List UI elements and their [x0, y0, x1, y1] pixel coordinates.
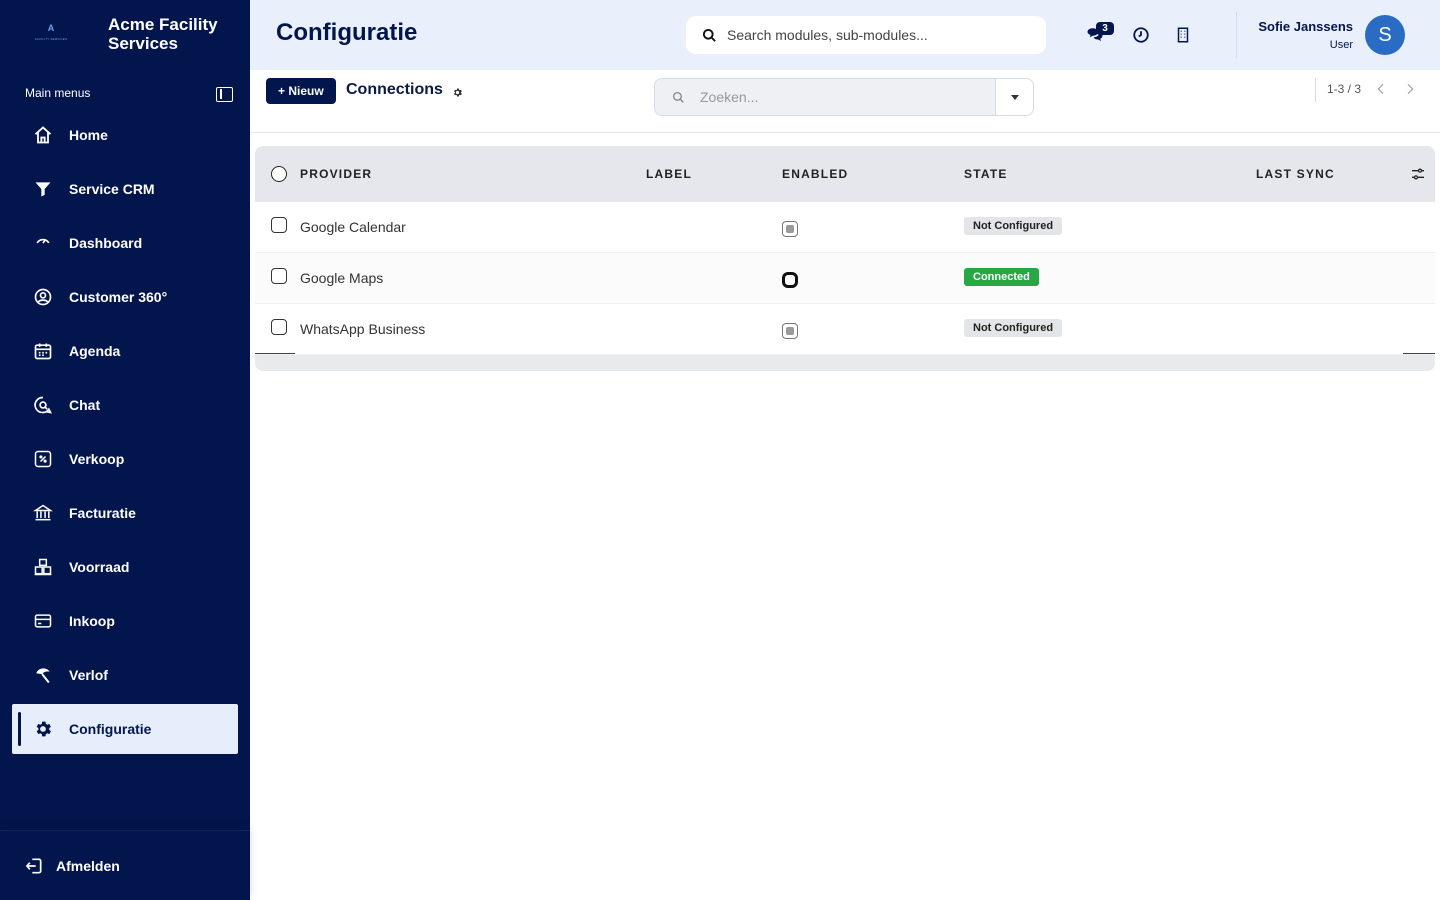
company-button[interactable]: [1172, 24, 1194, 46]
user-circle-icon: [32, 286, 54, 308]
table-row[interactable]: Google Calendar Not Configured: [255, 202, 1435, 253]
user-name: Sofie Janssens: [1258, 19, 1353, 34]
status-badge: Not Configured: [964, 319, 1063, 337]
table-row[interactable]: WhatsApp Business Not Configured: [255, 304, 1435, 355]
search-options-dropdown[interactable]: [995, 79, 1033, 115]
calendar-icon: [32, 340, 54, 362]
enabled-checkbox[interactable]: [782, 323, 798, 339]
gear-icon[interactable]: [452, 87, 463, 98]
gear-icon: [32, 718, 54, 740]
chat-badge: 3: [1096, 22, 1114, 35]
select-all-checkbox[interactable]: [271, 166, 287, 182]
chat-notifications-button[interactable]: 3: [1084, 22, 1114, 46]
chat-search-icon: [32, 394, 54, 416]
sidebar-item-verlof[interactable]: Verlof: [12, 650, 238, 700]
table-footer-divider: [1403, 353, 1435, 354]
row-checkbox[interactable]: [271, 319, 287, 335]
column-header-provider[interactable]: PROVIDER: [300, 167, 372, 181]
search-icon: [702, 28, 716, 42]
control-panel: + Nieuw Connections 1-3 / 3: [250, 70, 1440, 133]
sidebar-nav: Home Service CRM Dashboard Customer 360°…: [12, 110, 238, 758]
pager-divider: [1315, 78, 1316, 102]
table-footer: [255, 355, 1435, 371]
home-icon: [32, 124, 54, 146]
chevron-left-icon: [1377, 83, 1384, 95]
table-footer-divider: [255, 353, 295, 354]
sidebar-item-home[interactable]: Home: [12, 110, 238, 160]
topbar: Configuratie 3 Sofie Janssens User S: [250, 0, 1440, 70]
sidebar-item-verkoop[interactable]: Verkoop: [12, 434, 238, 484]
bank-icon: [32, 502, 54, 524]
pager-previous-button[interactable]: [1373, 81, 1389, 97]
sidebar: A FACILITY SERVICES Acme Facility Servic…: [0, 0, 250, 900]
sidebar-item-configuratie[interactable]: Configuratie: [12, 704, 238, 754]
cell-provider: Google Maps: [300, 270, 384, 286]
sidebar-item-voorraad[interactable]: Voorraad: [12, 542, 238, 592]
filter-icon: [32, 178, 54, 200]
new-button[interactable]: + Nieuw: [266, 78, 336, 104]
table-header: PROVIDER LABEL ENABLED STATE LAST SYNC: [255, 146, 1435, 202]
pager-next-button[interactable]: [1402, 81, 1418, 97]
global-search[interactable]: [686, 16, 1046, 54]
row-checkbox[interactable]: [271, 217, 287, 233]
sidebar-item-facturatie[interactable]: Facturatie: [12, 488, 238, 538]
sidebar-item-chat[interactable]: Chat: [12, 380, 238, 430]
sidebar-item-customer-360[interactable]: Customer 360°: [12, 272, 238, 322]
table-row[interactable]: Google Maps Connected: [255, 253, 1435, 304]
column-header-state[interactable]: STATE: [964, 167, 1008, 181]
global-search-input[interactable]: [727, 27, 1027, 43]
column-settings-icon[interactable]: [1410, 166, 1426, 182]
logout-button[interactable]: Afmelden: [0, 830, 250, 900]
main-menus-header: Main menus: [25, 86, 91, 100]
sidebar-item-service-crm[interactable]: Service CRM: [12, 164, 238, 214]
status-badge: Not Configured: [964, 217, 1063, 235]
sidebar-collapse-icon[interactable]: [216, 87, 233, 102]
records-search-input[interactable]: [700, 79, 995, 115]
column-header-label[interactable]: LABEL: [646, 167, 692, 181]
enabled-checkbox[interactable]: [782, 272, 798, 288]
sidebar-item-inkoop[interactable]: Inkoop: [12, 596, 238, 646]
company-logo: A FACILITY SERVICES: [34, 23, 68, 42]
gauge-icon: [32, 232, 54, 254]
brand: A FACILITY SERVICES Acme Facility Servic…: [0, 0, 250, 70]
credit-card-icon: [32, 610, 54, 632]
logout-icon: [24, 856, 44, 876]
user-role: User: [1329, 39, 1353, 51]
percent-tag-icon: [32, 448, 54, 470]
beach-icon: [32, 664, 54, 686]
clock-icon: [1133, 27, 1149, 43]
row-checkbox[interactable]: [271, 268, 287, 284]
company-name: Acme Facility Services: [108, 15, 218, 53]
sidebar-item-agenda[interactable]: Agenda: [12, 326, 238, 376]
building-icon: [1177, 27, 1189, 43]
records-search[interactable]: [654, 78, 1034, 116]
cell-provider: WhatsApp Business: [300, 321, 426, 337]
enabled-checkbox[interactable]: [782, 221, 798, 237]
status-badge: Connected: [964, 268, 1039, 286]
sidebar-item-dashboard[interactable]: Dashboard: [12, 218, 238, 268]
search-icon: [672, 91, 684, 103]
column-header-last-sync[interactable]: LAST SYNC: [1256, 167, 1335, 181]
history-button[interactable]: [1130, 24, 1152, 46]
avatar[interactable]: S: [1365, 15, 1405, 55]
column-header-enabled[interactable]: ENABLED: [782, 167, 848, 181]
page-title: Configuratie: [276, 19, 418, 46]
cell-provider: Google Calendar: [300, 219, 406, 235]
chevron-right-icon: [1407, 83, 1414, 95]
warehouse-icon: [32, 556, 54, 578]
connections-table: PROVIDER LABEL ENABLED STATE LAST SYNC G…: [255, 146, 1435, 371]
view-title: Connections: [346, 81, 443, 98]
pager-value: 1-3 / 3: [1327, 82, 1362, 96]
topbar-divider: [1236, 12, 1237, 58]
